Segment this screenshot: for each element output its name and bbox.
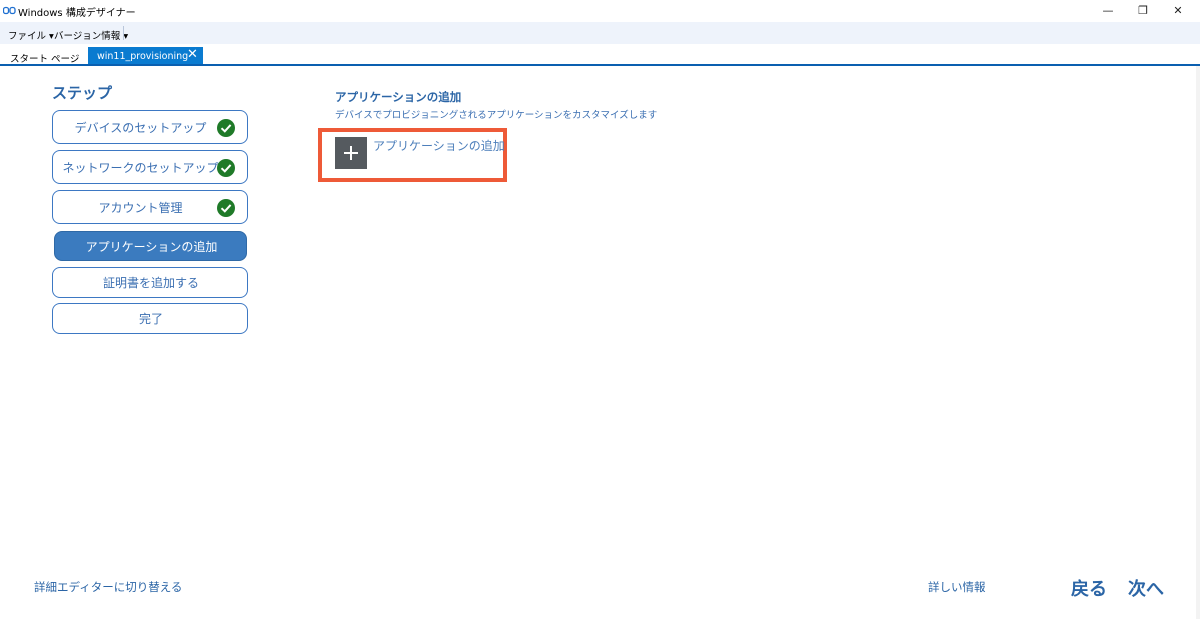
menu-separator: [123, 26, 124, 40]
step-network-setup[interactable]: ネットワークのセットアップ: [52, 150, 248, 184]
tab-start-page[interactable]: スタート ページ: [10, 51, 79, 65]
step-add-applications[interactable]: アプリケーションの追加: [54, 231, 247, 261]
step-label: デバイスのセットアップ: [74, 121, 207, 135]
more-info-link[interactable]: 詳しい情報: [928, 579, 986, 595]
tab-win11-provisioning-label: win11_provisioning: [97, 51, 189, 62]
menu-bar: [0, 22, 1200, 44]
step-label: ネットワークのセットアップ: [62, 161, 219, 175]
check-icon: [217, 199, 235, 217]
step-label: 完了: [138, 312, 163, 326]
step-label: アカウント管理: [98, 201, 183, 215]
menu-version-info[interactable]: バージョン情報 ▾: [54, 28, 128, 42]
add-application-label[interactable]: アプリケーションの追加: [373, 137, 505, 154]
menu-file[interactable]: ファイル ▾: [8, 28, 54, 42]
window-title: Windows 構成デザイナー: [18, 8, 136, 19]
plus-icon: [344, 146, 358, 160]
minimize-button[interactable]: —: [1093, 2, 1123, 20]
close-window-button[interactable]: ✕: [1163, 2, 1193, 20]
step-add-certificates[interactable]: 証明書を追加する: [52, 267, 248, 298]
step-device-setup[interactable]: デバイスのセットアップ: [52, 110, 248, 144]
tab-underline: [0, 64, 1200, 66]
scrollbar-track[interactable]: [1196, 66, 1200, 619]
step-finish[interactable]: 完了: [52, 303, 248, 334]
step-account-management[interactable]: アカウント管理: [52, 190, 248, 224]
restore-button[interactable]: ❐: [1128, 2, 1158, 20]
step-label: アプリケーションの追加: [85, 240, 218, 254]
switch-to-advanced-editor-link[interactable]: 詳細エディターに切り替える: [34, 579, 182, 595]
title-bar: Windows 構成デザイナー — ❐ ✕: [0, 0, 1200, 22]
check-icon: [217, 159, 235, 177]
steps-title: ステップ: [52, 84, 113, 102]
step-label: 証明書を追加する: [102, 276, 199, 290]
app-icon: [3, 6, 16, 15]
check-icon: [217, 119, 235, 137]
tab-close-icon[interactable]: ✕: [187, 47, 198, 63]
page-title: アプリケーションの追加: [335, 90, 462, 104]
next-button[interactable]: 次へ: [1128, 575, 1164, 601]
back-button[interactable]: 戻る: [1071, 575, 1107, 601]
add-application-button[interactable]: [335, 137, 367, 169]
page-subtitle: デバイスでプロビジョニングされるアプリケーションをカスタマイズします: [335, 110, 658, 121]
